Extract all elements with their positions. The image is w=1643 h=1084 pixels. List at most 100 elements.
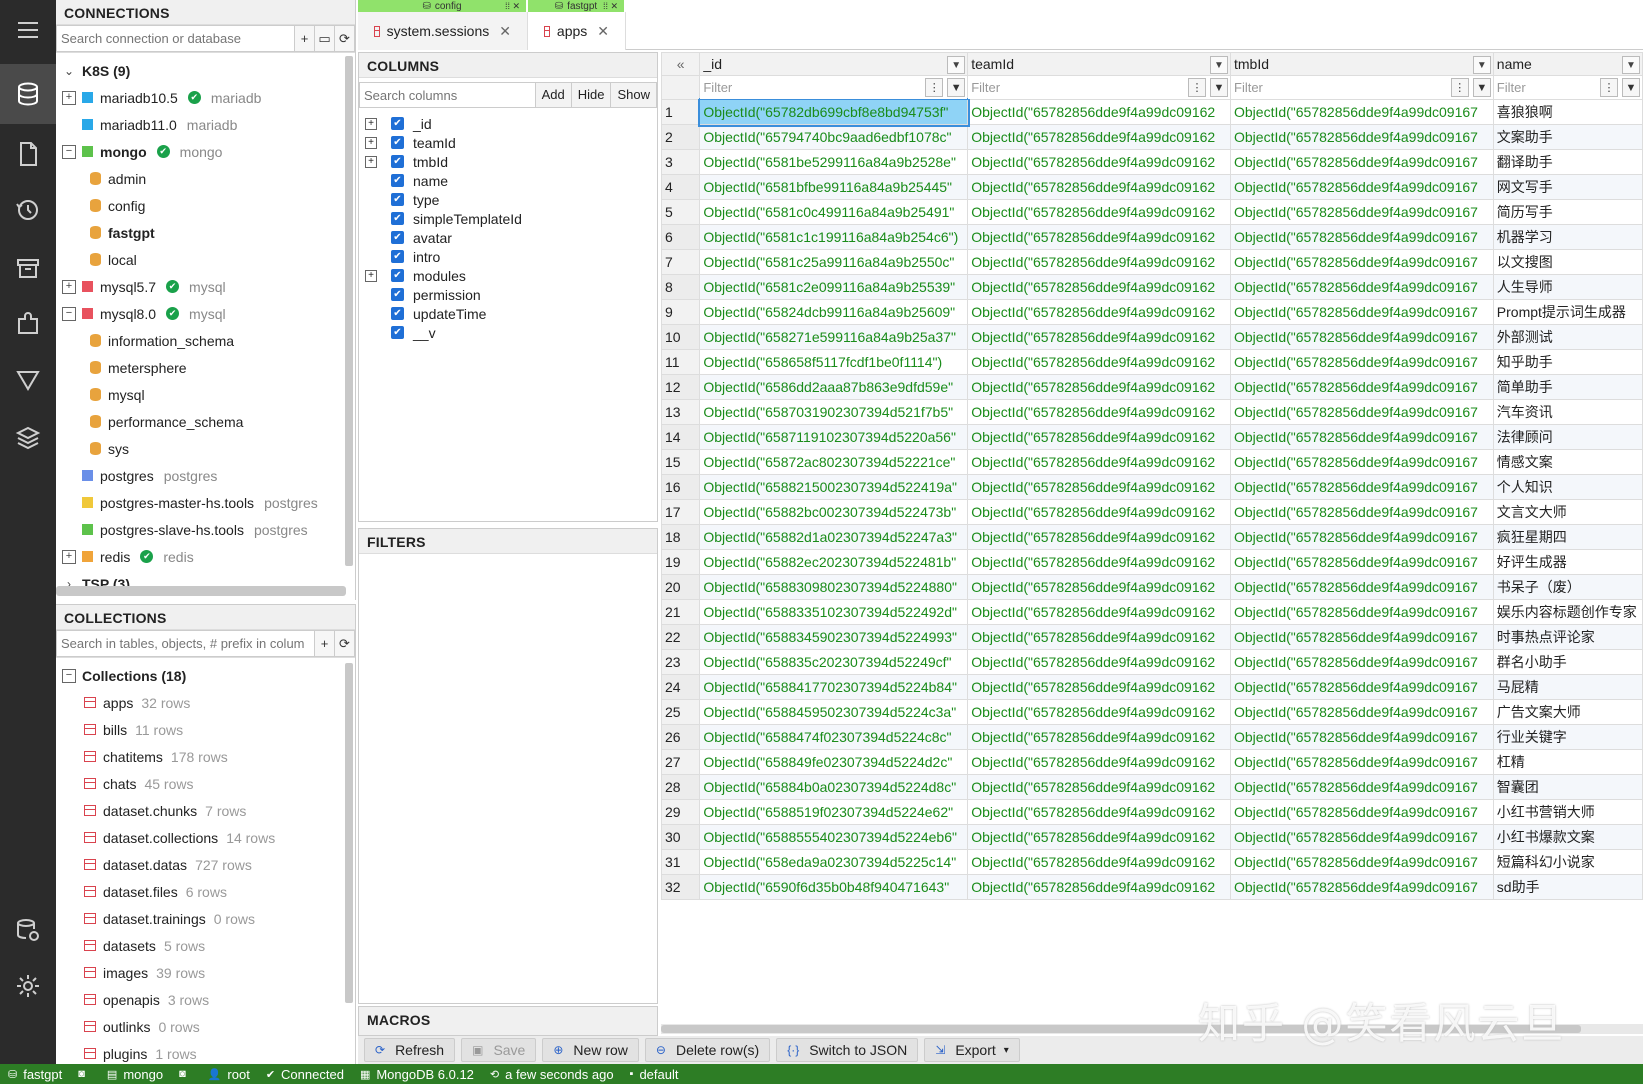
cell-tmbid[interactable]: ObjectId("65782856dde9f4a99dc09167 [1231,800,1494,825]
cell-tmbid[interactable]: ObjectId("65782856dde9f4a99dc09167 [1231,400,1494,425]
table-row[interactable]: 7ObjectId("6581c25a99116a84a9b2550c"Obje… [662,250,1643,275]
table-row[interactable]: 5ObjectId("6581c0c499116a84a9b25491"Obje… [662,200,1643,225]
cell-teamid[interactable]: ObjectId("65782856dde9f4a99dc09162 [968,500,1231,525]
status-item[interactable]: ⛁fastgpt [0,1064,70,1084]
cell-teamid[interactable]: ObjectId("65782856dde9f4a99dc09162 [968,400,1231,425]
row-number[interactable]: 16 [662,475,700,500]
table-row[interactable]: 29ObjectId("6588519f02307394d5224e62"Obj… [662,800,1643,825]
export-button[interactable]: ⇲Export▾ [924,1038,1020,1062]
collection-item[interactable]: chatitems178 rows [56,743,355,770]
tree-item[interactable]: −mongo✔mongo [56,138,355,165]
cell-name[interactable]: 法律顾问 [1493,425,1642,450]
delete-row-s-button[interactable]: ⊖Delete row(s) [645,1038,770,1062]
cell-teamid[interactable]: ObjectId("65782856dde9f4a99dc09162 [968,325,1231,350]
plugin-icon[interactable] [0,294,56,354]
column-header-name[interactable]: name▼ [1493,53,1642,76]
cell-teamid[interactable]: ObjectId("65782856dde9f4a99dc09162 [968,150,1231,175]
row-number[interactable]: 12 [662,375,700,400]
cell-teamid[interactable]: ObjectId("65782856dde9f4a99dc09162 [968,475,1231,500]
expand-icon[interactable]: + [365,270,377,282]
tab-group-fastgpt[interactable]: ⛁ fastgpt ⁞⁞ ✕ [528,0,624,12]
column-checkbox[interactable]: ✔ [391,307,404,320]
cell-tmbid[interactable]: ObjectId("65782856dde9f4a99dc09167 [1231,775,1494,800]
cell-id[interactable]: ObjectId("6588417702307394d5224b84" [700,675,968,700]
cell-name[interactable]: 以文搜图 [1493,250,1642,275]
row-number[interactable]: 15 [662,450,700,475]
cell-id[interactable]: ObjectId("6581c1c199116a84a9b254c6") [700,225,968,250]
tree-item[interactable]: config [56,192,355,219]
cell-tmbid[interactable]: ObjectId("65782856dde9f4a99dc09167 [1231,200,1494,225]
collections-search-input[interactable] [56,630,315,657]
tree-item[interactable]: mariadb11.0mariadb [56,111,355,138]
table-row[interactable]: 15ObjectId("65872ac802307394d52221ce"Obj… [662,450,1643,475]
status-item[interactable]: ▤mongo [99,1064,171,1084]
tree-item[interactable]: performance_schema [56,408,355,435]
table-row[interactable]: 25ObjectId("6588459502307394d5224c3a"Obj… [662,700,1643,725]
row-number[interactable]: 8 [662,275,700,300]
table-row[interactable]: 6ObjectId("6581c1c199116a84a9b254c6")Obj… [662,225,1643,250]
cell-id[interactable]: ObjectId("6588459502307394d5224c3a" [700,700,968,725]
row-number[interactable]: 6 [662,225,700,250]
cell-tmbid[interactable]: ObjectId("65782856dde9f4a99dc09167 [1231,175,1494,200]
column-filter-cell[interactable]: Filter⋮▼ [968,76,1231,100]
row-number[interactable]: 29 [662,800,700,825]
cell-id[interactable]: ObjectId("6587031902307394d521f7b5" [700,400,968,425]
cell-id[interactable]: ObjectId("6581c2e099116a84a9b25539" [700,275,968,300]
row-number[interactable]: 4 [662,175,700,200]
cell-teamid[interactable]: ObjectId("65782856dde9f4a99dc09162 [968,375,1231,400]
cell-teamid[interactable]: ObjectId("65782856dde9f4a99dc09162 [968,575,1231,600]
column-item[interactable]: +✔_id [359,114,657,133]
tree-item[interactable]: postgres-slave-hs.toolspostgres [56,516,355,543]
status-item[interactable]: ✔Connected [258,1064,352,1084]
cell-tmbid[interactable]: ObjectId("65782856dde9f4a99dc09167 [1231,525,1494,550]
cell-name[interactable]: 行业关键字 [1493,725,1642,750]
cell-tmbid[interactable]: ObjectId("65782856dde9f4a99dc09167 [1231,550,1494,575]
cell-id[interactable]: ObjectId("65882ec202307394d522481b" [700,550,968,575]
table-row[interactable]: 14ObjectId("6587119102307394d5220a56"Obj… [662,425,1643,450]
filter-icon[interactable]: ▼ [1473,78,1491,97]
tab-apps[interactable]: apps ✕ [528,12,626,50]
status-item[interactable]: ◙ [171,1064,200,1084]
chevron-down-icon[interactable]: ▼ [1473,56,1491,74]
column-item[interactable]: ✔updateTime [359,304,657,323]
table-row[interactable]: 12ObjectId("6586dd2aaa87b863e9dfd59e"Obj… [662,375,1643,400]
tree-item[interactable]: postgrespostgres [56,462,355,489]
add-connection-icon[interactable]: + [295,25,315,52]
cell-teamid[interactable]: ObjectId("65782856dde9f4a99dc09162 [968,525,1231,550]
column-filter-cell[interactable]: Filter⋮▼ [1493,76,1642,100]
new-folder-icon[interactable]: ▭ [315,25,335,52]
row-number[interactable]: 21 [662,600,700,625]
cell-teamid[interactable]: ObjectId("65782856dde9f4a99dc09162 [968,700,1231,725]
database-settings-icon[interactable] [0,900,56,960]
collection-item[interactable]: dataset.collections14 rows [56,824,355,851]
cell-name[interactable]: 简单助手 [1493,375,1642,400]
cell-name[interactable]: 短篇科幻小说家 [1493,850,1642,875]
column-filter-input[interactable]: Filter [1497,80,1526,95]
chevron-down-icon[interactable]: ▼ [1210,56,1228,74]
tree-item[interactable]: mysql [56,381,355,408]
add-column-button[interactable]: Add [536,82,572,108]
column-item[interactable]: +✔modules [359,266,657,285]
table-row[interactable]: 19ObjectId("65882ec202307394d522481b"Obj… [662,550,1643,575]
tree-item[interactable]: sys [56,435,355,462]
cell-name[interactable]: 智囊团 [1493,775,1642,800]
cell-name[interactable]: 汽车资讯 [1493,400,1642,425]
filter-icon[interactable]: ▼ [1210,78,1228,97]
table-row[interactable]: 31ObjectId("658eda9a02307394d5225c14"Obj… [662,850,1643,875]
refresh-connections-icon[interactable]: ⟳ [335,25,355,52]
cell-tmbid[interactable]: ObjectId("65782856dde9f4a99dc09167 [1231,125,1494,150]
cell-id[interactable]: ObjectId("6588309802307394d5224880" [700,575,968,600]
table-row[interactable]: 28ObjectId("65884b0a02307394d5224d8c"Obj… [662,775,1643,800]
column-item[interactable]: ✔permission [359,285,657,304]
row-number[interactable]: 9 [662,300,700,325]
cell-teamid[interactable]: ObjectId("65782856dde9f4a99dc09162 [968,550,1231,575]
table-row[interactable]: 27ObjectId("658849fe02307394d5224d2c"Obj… [662,750,1643,775]
column-filter-input[interactable]: Filter [971,80,1000,95]
filter-icon[interactable]: ▼ [1622,78,1640,97]
row-number[interactable]: 13 [662,400,700,425]
cell-tmbid[interactable]: ObjectId("65782856dde9f4a99dc09167 [1231,100,1494,125]
close-icon[interactable]: ✕ [499,23,511,40]
table-row[interactable]: 8ObjectId("6581c2e099116a84a9b25539"Obje… [662,275,1643,300]
save-button[interactable]: ▣Save [461,1038,536,1062]
column-checkbox[interactable]: ✔ [391,155,404,168]
